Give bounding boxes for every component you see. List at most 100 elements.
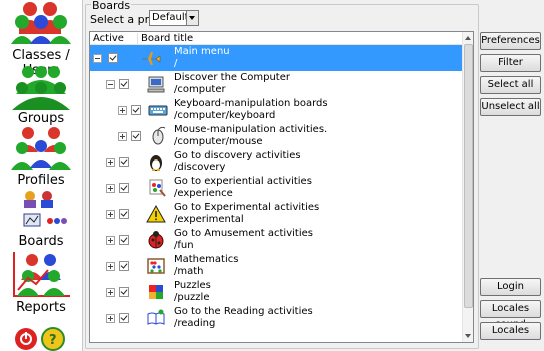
column-separator <box>137 33 138 44</box>
nav-boards[interactable]: Boards <box>0 188 82 248</box>
active-checkbox[interactable] <box>131 131 141 141</box>
active-checkbox[interactable] <box>119 235 129 245</box>
mouse-icon <box>152 126 166 145</box>
reading-icon <box>147 309 165 325</box>
boards-tree[interactable]: Active Board title Main menu / Discover th… <box>89 31 474 343</box>
tree-row[interactable]: Mathematics/math <box>90 253 462 279</box>
tree-row[interactable]: Discover the Computer/computer <box>90 71 462 97</box>
column-header-active[interactable]: Active <box>93 33 124 44</box>
expand-icon[interactable] <box>118 106 127 115</box>
nav-profiles[interactable]: Profiles <box>0 124 82 188</box>
board-title: Keyboard-manipulation boards <box>174 98 328 109</box>
locales-sound-button[interactable]: Locales sound <box>480 300 541 330</box>
computer-icon <box>147 76 165 93</box>
penguin-icon <box>150 155 162 171</box>
nav-groups[interactable]: Groups <box>0 64 82 126</box>
ladybug-icon <box>148 231 164 249</box>
help-icon[interactable]: ? <box>41 327 65 351</box>
column-header-board-title[interactable]: Board title <box>141 33 193 44</box>
warning-icon <box>146 204 166 223</box>
active-checkbox[interactable] <box>119 183 129 193</box>
board-path: /reading <box>174 318 216 329</box>
active-checkbox[interactable] <box>119 157 129 167</box>
power-icon[interactable] <box>15 328 37 350</box>
tree-row[interactable]: Go to experiential activities/experience <box>90 175 462 201</box>
board-title: Go to experiential activities <box>174 176 312 187</box>
expand-icon[interactable] <box>106 288 115 297</box>
nav-label-boards: Boards <box>18 234 64 248</box>
tree-row[interactable]: Go to discovery activities/discovery <box>90 149 462 175</box>
board-path: /discovery <box>174 162 226 173</box>
tree-row[interactable]: Go to Experimental activities/experiment… <box>90 201 462 227</box>
scroll-up-icon[interactable] <box>463 33 473 43</box>
active-checkbox[interactable] <box>119 261 129 271</box>
login-button-label: Login <box>497 281 524 292</box>
expand-icon[interactable] <box>106 158 115 167</box>
vertical-scrollbar[interactable] <box>462 32 473 342</box>
active-checkbox[interactable] <box>119 287 129 297</box>
boards-legend: Boards <box>91 0 132 12</box>
board-title: Go to the Reading activities <box>174 306 313 317</box>
board-path: /experimental <box>174 214 244 225</box>
puzzle-icon <box>149 285 163 299</box>
preferences-button-label: Preferences <box>481 35 540 46</box>
expand-icon[interactable] <box>106 314 115 323</box>
profile-select-value: Default <box>152 12 189 23</box>
chevron-down-icon[interactable] <box>186 11 198 25</box>
boards-icon <box>23 191 67 227</box>
board-title: Mouse-manipulation activities. <box>174 124 328 135</box>
active-checkbox[interactable] <box>119 313 129 323</box>
tree-row[interactable]: Mouse-manipulation activities./computer/… <box>90 123 462 149</box>
airplane-icon <box>142 52 161 65</box>
tree-header: Active Board title <box>90 32 462 45</box>
sidebar: Classes / Users Groups Profiles Boards <box>0 0 83 351</box>
profile-select[interactable]: Default <box>149 10 199 26</box>
unselect-all-button-label: Unselect all <box>481 101 540 112</box>
active-checkbox[interactable] <box>108 53 118 63</box>
board-title: Main menu <box>174 46 230 57</box>
board-title: Discover the Computer <box>174 72 290 83</box>
expand-icon[interactable] <box>106 236 115 245</box>
expand-icon[interactable] <box>106 184 115 193</box>
active-checkbox[interactable] <box>131 105 141 115</box>
expand-icon[interactable] <box>106 262 115 271</box>
groups-icon <box>12 66 70 110</box>
board-path: / <box>174 58 178 69</box>
unselect-all-button[interactable]: Unselect all <box>480 98 541 116</box>
expand-icon[interactable] <box>118 132 127 141</box>
filter-button[interactable]: Filter <box>480 54 541 72</box>
tree-row[interactable]: Keyboard-manipulation boards/computer/ke… <box>90 97 462 123</box>
tree-row[interactable]: Puzzles/puzzle <box>90 279 462 305</box>
tree-row[interactable]: Go to Amusement activities/fun <box>90 227 462 253</box>
tree-row[interactable]: Go to the Reading activities/reading <box>90 305 462 331</box>
classes-users-icon <box>11 2 71 44</box>
nav-label-reports: Reports <box>16 300 66 315</box>
active-checkbox[interactable] <box>119 209 129 219</box>
nav-classes-users[interactable]: Classes / Users <box>0 0 82 78</box>
board-title: Go to Experimental activities <box>174 202 320 213</box>
locales-button-label: Locales <box>491 325 530 336</box>
board-path: /computer/keyboard <box>174 110 276 121</box>
keyboard-icon <box>148 105 168 116</box>
preferences-button[interactable]: Preferences <box>480 32 541 50</box>
active-checkbox[interactable] <box>119 79 129 89</box>
select-all-button[interactable]: Select all <box>480 76 541 94</box>
board-path: /computer/mouse <box>174 136 263 147</box>
board-path: /experience <box>174 188 233 199</box>
scroll-down-icon[interactable] <box>463 331 473 341</box>
board-path: /computer <box>174 84 226 95</box>
tree-row[interactable]: Main menu / <box>90 45 462 71</box>
locales-button[interactable]: Locales <box>480 322 541 340</box>
expand-icon[interactable] <box>106 210 115 219</box>
login-button[interactable]: Login <box>480 278 541 296</box>
scroll-thumb[interactable] <box>464 44 473 308</box>
nav-reports[interactable]: Reports <box>0 250 82 316</box>
board-path: /puzzle <box>174 292 210 303</box>
select-all-button-label: Select all <box>487 79 534 90</box>
reports-icon <box>13 252 70 297</box>
filter-button-label: Filter <box>498 57 523 68</box>
profiles-icon <box>11 127 71 170</box>
collapse-icon[interactable] <box>93 54 102 63</box>
collapse-icon[interactable] <box>106 80 115 89</box>
board-title: Go to Amusement activities <box>174 228 313 239</box>
